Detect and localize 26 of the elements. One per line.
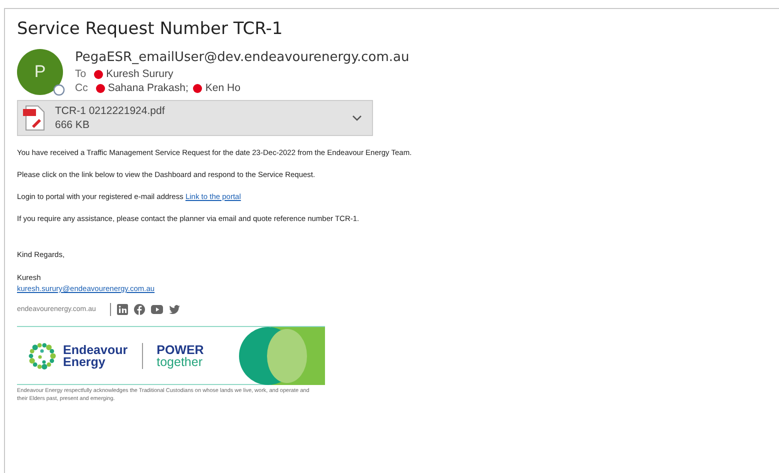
presence-dot-icon [96, 84, 105, 92]
attachment-size: 666 KB [55, 118, 90, 132]
facebook-icon [134, 304, 145, 315]
recipient-label: Cc [75, 81, 88, 95]
slogan-text: together [156, 356, 204, 368]
brand-name: Endeavour [63, 344, 128, 356]
presence-dot-icon [94, 70, 104, 78]
slogan-text: POWER [156, 344, 205, 356]
attachment-name: TCR-1 0212221924.pdf [55, 104, 166, 118]
recipient-name: Kuresh Surury [106, 67, 174, 81]
chevron-down-icon [352, 115, 362, 121]
sender-avatar: P [17, 49, 63, 95]
presence-icon [53, 84, 65, 96]
pdf-file-icon [23, 105, 45, 131]
presence-dot-icon [193, 84, 202, 92]
recipient-name: Ken Ho [205, 81, 240, 95]
dots-logo-icon [27, 342, 57, 370]
attachment-card[interactable]: TCR-1 0212221924.pdf 666 KB [17, 100, 373, 136]
recipient-label: To [75, 67, 86, 81]
brand-name: Energy [63, 356, 106, 368]
youtube-icon [150, 305, 163, 314]
linkedin-icon [116, 304, 128, 315]
recipient-name: Sahana Prakash; [108, 81, 188, 95]
twitter-bird-icon [168, 305, 180, 314]
email-subject: Service Request Number TCR-1 [17, 19, 284, 39]
sender-address: PegaESR_emailUser@dev.endeavourenergy.com.au [75, 49, 410, 67]
